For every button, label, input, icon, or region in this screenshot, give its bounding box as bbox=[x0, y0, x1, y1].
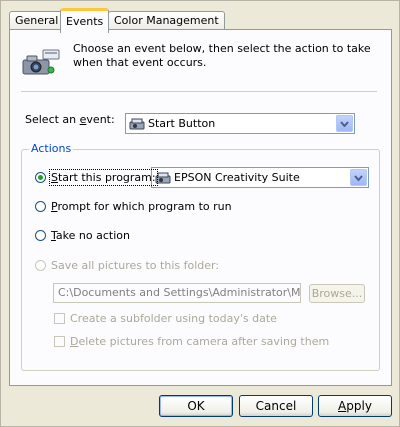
chevron-down-icon[interactable] bbox=[350, 169, 367, 186]
scanner-icon bbox=[155, 171, 171, 188]
tab-events[interactable]: Events bbox=[60, 8, 110, 33]
cancel-button[interactable]: Cancel bbox=[239, 395, 313, 417]
apply-button[interactable]: Apply bbox=[318, 395, 392, 417]
select-event-label-text: Select an bbox=[25, 113, 80, 126]
program-select-value: EPSON Creativity Suite bbox=[174, 171, 300, 184]
delete-pictures-label: Delete pictures from camera after saving… bbox=[70, 335, 329, 348]
event-select-value: Start Button bbox=[148, 117, 216, 130]
event-select[interactable]: Start Button bbox=[125, 113, 355, 134]
save-pictures-label: Save all pictures to this folder: bbox=[51, 259, 220, 272]
no-action-rest: ake no action bbox=[55, 229, 130, 242]
intro-text: Choose an event below, then select the a… bbox=[73, 42, 371, 69]
divider bbox=[21, 91, 377, 92]
start-program-label: Start this program: bbox=[49, 169, 158, 186]
subfolder-checkbox-row[interactable]: Create a subfolder using today's date bbox=[54, 312, 277, 325]
start-program-rest: tart this program: bbox=[57, 171, 156, 184]
radio-prompt-program[interactable]: Prompt for which program to run bbox=[35, 200, 232, 213]
radio-no-action[interactable]: Take no action bbox=[35, 229, 130, 242]
scanner-icon bbox=[129, 117, 145, 134]
program-select[interactable]: EPSON Creativity Suite bbox=[151, 167, 369, 188]
no-action-label: Take no action bbox=[51, 229, 130, 242]
radio-button[interactable] bbox=[35, 201, 46, 212]
folder-path-field[interactable]: C:\Documents and Settings\Administrator\… bbox=[53, 283, 301, 303]
tab-general[interactable]: General bbox=[9, 11, 65, 30]
properties-window: General Events Color Management Choose a… bbox=[0, 0, 400, 427]
ok-button[interactable]: OK bbox=[159, 395, 233, 417]
actions-group-title: Actions bbox=[29, 142, 74, 155]
delete-pictures-checkbox-row[interactable]: Delete pictures from camera after saving… bbox=[54, 335, 329, 348]
tab-general-label: General bbox=[15, 14, 59, 27]
tab-color-management-label: Color Management bbox=[114, 14, 219, 27]
subfolder-label: Create a subfolder using today's date bbox=[70, 312, 277, 325]
prompt-rest: rompt for which program to run bbox=[57, 200, 232, 213]
tab-events-label: Events bbox=[66, 15, 104, 28]
chevron-down-icon[interactable] bbox=[336, 115, 353, 132]
subfolder-checkbox[interactable] bbox=[54, 313, 65, 324]
delete-pictures-checkbox[interactable] bbox=[54, 336, 65, 347]
radio-button[interactable] bbox=[35, 230, 46, 241]
radio-button[interactable] bbox=[35, 260, 46, 271]
browse-button[interactable]: Browse... bbox=[309, 284, 365, 303]
select-event-label: Select an event: bbox=[25, 113, 115, 126]
delete-pictures-rest: elete pictures from camera after saving … bbox=[78, 335, 330, 348]
radio-start-program[interactable]: Start this program: bbox=[35, 169, 158, 186]
camera-scanner-icon bbox=[21, 48, 61, 81]
apply-label-rest: pply bbox=[346, 399, 372, 413]
start-program-accesskey: S bbox=[51, 171, 58, 184]
radio-button[interactable] bbox=[35, 172, 46, 183]
tab-color-management[interactable]: Color Management bbox=[108, 11, 225, 30]
select-event-label-rest: vent: bbox=[86, 113, 115, 126]
radio-save-pictures[interactable]: Save all pictures to this folder: bbox=[35, 259, 219, 272]
prompt-label: Prompt for which program to run bbox=[51, 200, 232, 213]
